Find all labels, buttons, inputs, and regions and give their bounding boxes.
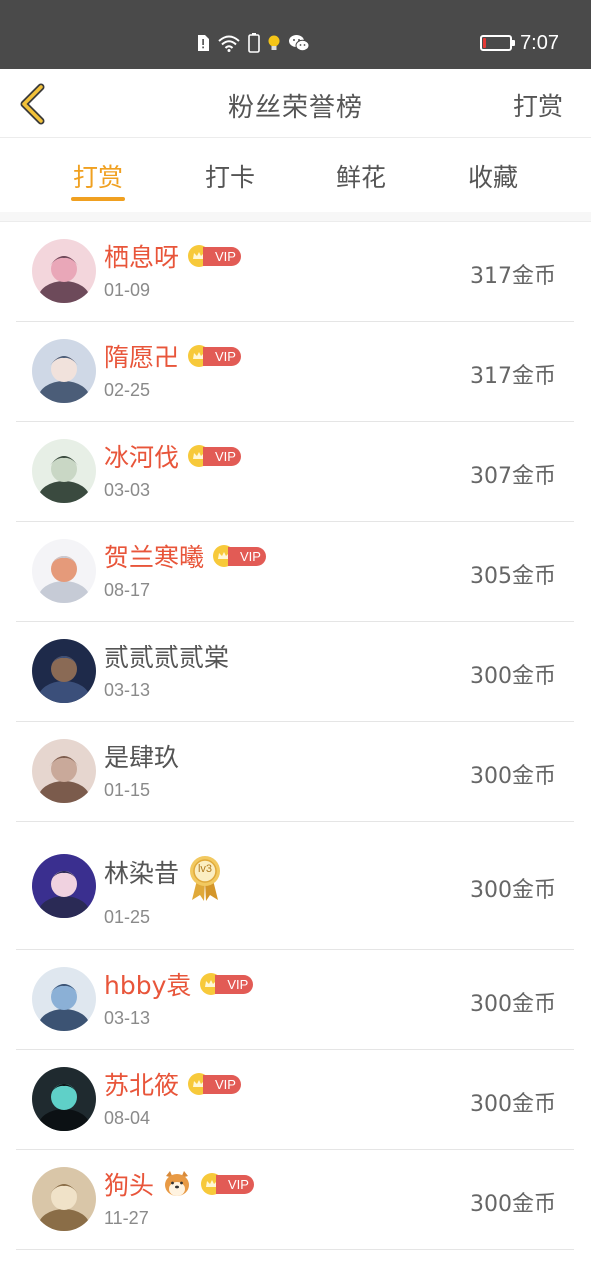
vip-badge: VIP	[187, 344, 241, 368]
reward-date: 08-17	[104, 580, 151, 600]
vip-label: VIP	[203, 446, 241, 466]
avatar[interactable]	[32, 1167, 96, 1231]
active-tab-indicator	[71, 197, 125, 201]
list-item[interactable]: 林染昔 lv3 01-25 300金币	[16, 822, 574, 950]
coin-amount: 305金币	[470, 564, 556, 589]
avatar[interactable]	[32, 439, 96, 503]
user-name: 隋愿卍	[104, 343, 180, 372]
list-item[interactable]: hbby袁 VIP 03-13 300金币	[16, 950, 574, 1050]
name-line: 冰河伐 VIP	[104, 440, 241, 472]
level-medal-icon: lv3	[187, 854, 223, 902]
reward-date: 11-27	[104, 1208, 149, 1228]
reward-date: 01-09	[104, 280, 151, 300]
header: 粉丝荣誉榜 打赏	[0, 69, 591, 138]
vip-label: VIP	[216, 1174, 254, 1194]
tab-checkin[interactable]: 打卡	[190, 158, 270, 194]
user-name: 贰贰贰贰棠	[104, 643, 230, 672]
coin-amount: 300金币	[470, 1092, 556, 1117]
notification-bulb-icon	[268, 35, 280, 50]
vip-label: VIP	[203, 1074, 241, 1094]
tab-flowers[interactable]: 鲜花	[321, 158, 401, 194]
name-line: 隋愿卍 VIP	[104, 340, 241, 372]
vip-badge: VIP	[212, 544, 266, 568]
reward-date: 01-25	[104, 907, 151, 927]
user-name: 冰河伐	[104, 443, 180, 472]
reward-date: 08-04	[104, 1108, 151, 1128]
vip-badge: VIP	[199, 972, 254, 996]
wifi-icon	[218, 35, 240, 52]
battery-level	[483, 38, 487, 48]
vip-label: VIP	[228, 546, 266, 566]
avatar[interactable]	[32, 739, 96, 803]
tab-reward[interactable]: 打赏	[58, 158, 138, 194]
user-name: 狗头	[104, 1171, 155, 1200]
avatar[interactable]	[32, 1067, 96, 1131]
page-title: 粉丝荣誉榜	[227, 93, 363, 123]
coin-amount: 317金币	[470, 264, 556, 289]
name-line: hbby袁 VIP	[104, 968, 254, 1000]
level-label: lv3	[197, 863, 213, 875]
vip-badge: VIP	[200, 1172, 254, 1196]
vip-label: VIP	[203, 246, 241, 266]
list-item[interactable]: 贰贰贰贰棠 03-13 300金币	[16, 622, 574, 722]
name-line: 贺兰寒曦 VIP	[104, 540, 266, 572]
list-item[interactable]: 狗头 VIP 11-27 300金币	[16, 1150, 574, 1250]
coin-amount: 317金币	[470, 364, 556, 389]
user-name: 栖息呀	[104, 243, 180, 272]
list-item[interactable]: 是肆玖 01-15 300金币	[16, 722, 574, 822]
vip-badge: VIP	[187, 1072, 241, 1096]
vip-badge: VIP	[187, 244, 241, 268]
reward-button[interactable]: 打赏	[513, 87, 563, 123]
vip-label: VIP	[215, 974, 254, 994]
reward-date: 03-13	[104, 1008, 151, 1028]
vip-label: VIP	[203, 346, 241, 366]
avatar[interactable]	[32, 239, 96, 303]
coin-amount: 300金币	[470, 878, 556, 903]
user-name: 是肆玖	[104, 743, 180, 772]
ranking-list: 栖息呀 VIP 01-09 317金币 隋愿卍 VIP 02-25 317金币 冰河伐 VIP 03…	[16, 222, 574, 1250]
clock: 7:07	[520, 31, 559, 54]
list-item[interactable]: 隋愿卍 VIP 02-25 317金币	[16, 322, 574, 422]
coin-amount: 300金币	[470, 1192, 556, 1217]
reward-date: 03-13	[104, 680, 151, 700]
avatar[interactable]	[32, 639, 96, 703]
phone-battery-icon	[248, 33, 260, 53]
reward-date: 03-03	[104, 480, 151, 500]
avatar[interactable]	[32, 539, 96, 603]
list-item[interactable]: 苏北筱 VIP 08-04 300金币	[16, 1050, 574, 1150]
list-item[interactable]: 栖息呀 VIP 01-09 317金币	[16, 222, 574, 322]
coin-amount: 300金币	[470, 664, 556, 689]
avatar[interactable]	[32, 967, 96, 1031]
reward-date: 02-25	[104, 380, 151, 400]
reward-date: 01-15	[104, 780, 151, 800]
avatar[interactable]	[32, 854, 96, 918]
user-name: hbby袁	[104, 971, 192, 1000]
coin-amount: 307金币	[470, 464, 556, 489]
tab-favorites[interactable]: 收藏	[453, 158, 533, 194]
list-item[interactable]: 贺兰寒曦 VIP 08-17 305金币	[16, 522, 574, 622]
coin-amount: 300金币	[470, 992, 556, 1017]
tab-bar: 打赏 打卡 鲜花 收藏	[0, 138, 591, 212]
vip-badge: VIP	[187, 444, 241, 468]
name-line: 是肆玖	[104, 740, 179, 772]
name-line: 苏北筱 VIP	[104, 1068, 241, 1100]
sim-alert-icon	[198, 35, 209, 51]
status-bar: 7:07	[0, 0, 591, 69]
name-line: 林染昔 lv3	[104, 856, 223, 901]
avatar[interactable]	[32, 339, 96, 403]
divider	[0, 212, 591, 222]
user-name: 苏北筱	[104, 1071, 180, 1100]
battery-icon	[480, 35, 516, 51]
list-item[interactable]: 冰河伐 VIP 03-03 307金币	[16, 422, 574, 522]
user-name: 林染昔	[104, 859, 180, 888]
coin-amount: 300金币	[470, 764, 556, 789]
name-line: 栖息呀 VIP	[104, 240, 241, 272]
dog-face-emoji-icon	[165, 1171, 190, 1196]
user-name: 贺兰寒曦	[104, 543, 205, 572]
status-icons	[196, 32, 310, 54]
name-line: 贰贰贰贰棠	[104, 640, 229, 672]
name-line: 狗头 VIP	[104, 1168, 254, 1200]
wechat-icon	[289, 35, 310, 52]
